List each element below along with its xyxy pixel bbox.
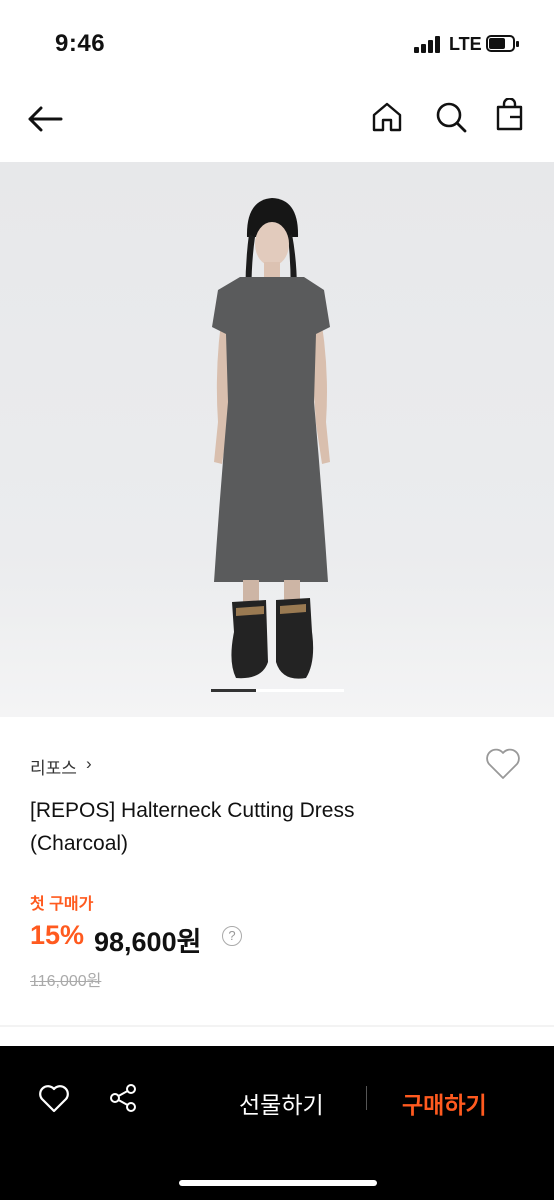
brand-link[interactable]: 리포스	[30, 754, 77, 779]
divider	[0, 1025, 554, 1027]
shopping-bag-icon[interactable]	[494, 98, 526, 132]
sale-price: 98,600원	[94, 927, 202, 957]
product-title: [REPOS] Halterneck Cutting Dress (Charco…	[30, 794, 510, 860]
status-bar: 9:46 LTE	[0, 0, 554, 88]
product-title-line1: [REPOS] Halterneck Cutting Dress	[30, 799, 355, 822]
signal-icon	[414, 36, 442, 53]
product-image[interactable]	[0, 162, 554, 717]
bottom-action-bar: 선물하기 구매하기	[0, 1046, 554, 1200]
pager-active	[211, 689, 256, 692]
button-separator	[366, 1086, 367, 1110]
discount-rate: 15%	[30, 920, 85, 950]
share-icon[interactable]	[108, 1082, 140, 1114]
buy-button[interactable]: 구매하기	[402, 1086, 487, 1120]
status-time: 9:46	[55, 30, 106, 57]
image-pager	[211, 689, 344, 692]
network-label: LTE	[449, 34, 482, 54]
promo-label: 첫 구매가	[30, 896, 94, 913]
top-navigation	[0, 88, 554, 162]
product-title-line2: (Charcoal)	[30, 832, 129, 855]
heart-icon[interactable]	[484, 747, 522, 781]
chevron-right-icon[interactable]: ›	[86, 754, 92, 774]
battery-icon	[486, 35, 519, 53]
help-icon[interactable]: ?	[222, 926, 242, 946]
search-icon[interactable]	[434, 100, 468, 134]
home-indicator[interactable]	[179, 1180, 377, 1186]
heart-outline-icon[interactable]	[38, 1084, 70, 1114]
model-figure	[212, 198, 330, 679]
original-price: 116,000원	[30, 973, 102, 990]
arrow-left-icon[interactable]	[26, 104, 64, 134]
gift-button[interactable]: 선물하기	[239, 1086, 324, 1120]
home-icon[interactable]	[370, 100, 404, 134]
